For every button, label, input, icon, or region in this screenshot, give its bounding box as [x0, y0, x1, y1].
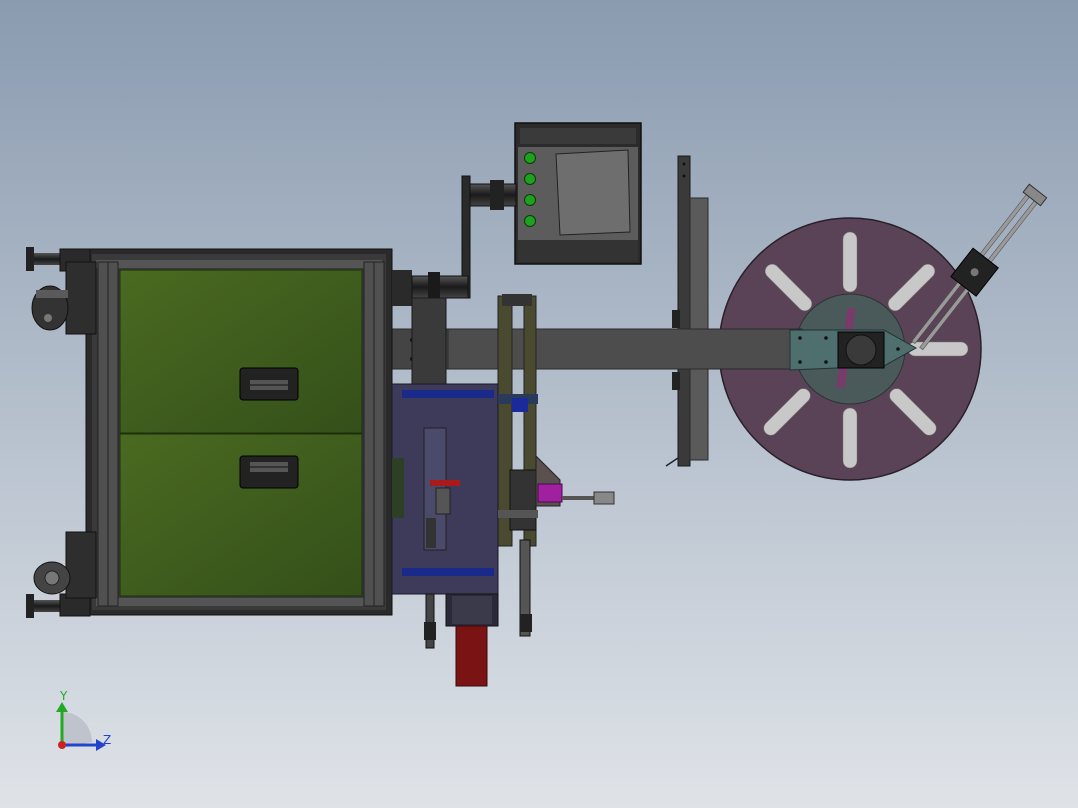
machine-cabinet[interactable] [85, 248, 393, 616]
servo-motor [455, 625, 488, 687]
blue-rail-bottom [402, 568, 494, 576]
x-axis-dot [58, 741, 66, 749]
blue-rail-top [402, 390, 494, 398]
main-horizontal-arm[interactable] [389, 328, 918, 371]
door-handle-lower[interactable] [239, 455, 299, 489]
cabinet-door-upper[interactable] [119, 269, 363, 434]
green-button-4[interactable] [524, 215, 536, 227]
proximity-sensor [593, 491, 615, 505]
green-button-2[interactable] [524, 173, 536, 185]
y-axis-label: Y [59, 689, 68, 703]
control-panel[interactable] [514, 122, 642, 265]
sensor-block [537, 483, 563, 503]
green-button-1[interactable] [524, 152, 536, 164]
cad-model-view[interactable]: Y Z [0, 0, 1078, 808]
green-button-3[interactable] [524, 194, 536, 206]
z-axis-label: Z [103, 733, 111, 747]
cad-viewport[interactable]: Y Z [0, 0, 1078, 808]
door-handle-upper[interactable] [239, 367, 299, 401]
hmi-screen [555, 149, 631, 236]
motor-icon [845, 334, 877, 366]
